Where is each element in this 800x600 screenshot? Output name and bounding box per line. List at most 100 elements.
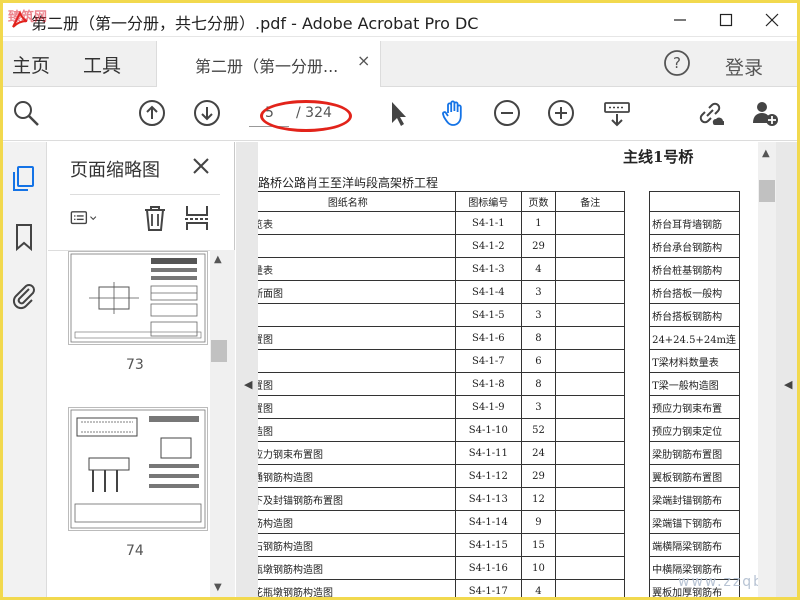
scroll-up-arrow-icon[interactable]: ▲ [762, 148, 770, 159]
page-count-cell: 24 [521, 441, 556, 465]
drawing-name-cell: 布置图 [258, 395, 456, 419]
drawing-name-cell: 翼板钢筋布置图 [649, 464, 740, 488]
document-tab-close-icon[interactable]: × [357, 51, 370, 70]
minimize-icon [674, 19, 686, 21]
page-thumbnails-icon[interactable] [9, 164, 39, 194]
panel-close-icon[interactable] [191, 156, 211, 176]
table-row: 布置图S4-1-88 T梁一般构造图 [258, 372, 740, 396]
share-link-button[interactable] [695, 98, 725, 128]
drawing-name-cell: 预应力钢束定位 [649, 418, 740, 442]
table-row: 垫石钢筋构造图S4-1-1515 端横隔梁钢筋布 [258, 533, 740, 557]
close-icon [765, 13, 779, 27]
thumbnails-panel: 页面缩略图 73 74 ▲ ▼ [48, 142, 235, 597]
thumbnail-scroll-thumb[interactable] [211, 340, 227, 362]
thumbnail-73-image [70, 253, 206, 343]
prev-page-button[interactable] [137, 98, 167, 128]
drawing-name-cell: 纵断面图 [258, 280, 456, 304]
table-gap [624, 280, 651, 304]
drawing-name-cell: 桥台桩基钢筋构 [649, 257, 740, 281]
note-cell [554, 418, 626, 442]
page-count-cell: 4 [521, 257, 556, 281]
keyboard-scroll-icon [604, 102, 630, 127]
table-row: 图S4-1-229 桥台承台钢筋构 [258, 234, 740, 258]
thumbnail-options-icon[interactable] [70, 203, 100, 233]
zoom-out-button[interactable] [492, 98, 522, 128]
note-cell [554, 303, 626, 327]
table-row: 布置图S4-1-68 24+24.5+24m连 [258, 326, 740, 350]
search-zoom-button[interactable] [11, 98, 41, 128]
table-gap [649, 191, 740, 212]
drawing-name-cell: 梁端锚下钢筋布 [649, 510, 740, 534]
scroll-down-arrow-icon[interactable]: ▼ [214, 582, 222, 593]
table-row: 钢筋构造图S4-1-149 梁端锚下钢筋布 [258, 510, 740, 534]
menu-tab-row: 主页 工具 第二册（第一分册... × ? 登录 [3, 41, 797, 87]
drawing-code-cell: S4-1-10 [454, 418, 523, 442]
panel-title: 页面缩略图 [70, 160, 160, 181]
thumbnail-page-74[interactable] [68, 407, 208, 531]
add-user-icon [753, 102, 778, 126]
thumbnail-74-image [70, 409, 206, 529]
document-scroll-thumb[interactable] [759, 180, 775, 202]
zoom-in-icon [548, 100, 574, 126]
add-user-button[interactable] [750, 98, 780, 128]
page-count-cell: 29 [521, 464, 556, 488]
drawing-name-cell: 图 [258, 303, 456, 327]
thumbnail-list: 73 74 [48, 250, 210, 597]
table-row: 图S4-1-76 T梁材料数量表 [258, 349, 740, 373]
thumbnail-page-73[interactable] [68, 251, 208, 345]
drawing-name-cell: 预应力钢束布置 [649, 395, 740, 419]
keyboard-scroll-button[interactable] [602, 98, 632, 128]
zoom-in-button[interactable] [546, 98, 576, 128]
drawing-name-cell: 花瓶墩钢筋构造图 [258, 556, 456, 580]
next-page-button[interactable] [192, 98, 222, 128]
drawing-name-cell: T梁材料数量表 [649, 349, 740, 373]
page-count-cell: 9 [521, 510, 556, 534]
table-row: 构造图S4-1-1052 预应力钢束定位 [258, 418, 740, 442]
table-gap [624, 234, 651, 258]
maximize-button[interactable] [703, 3, 749, 37]
note-cell [554, 257, 626, 281]
login-button[interactable]: 登录 [725, 53, 763, 80]
bookmark-icon[interactable] [9, 222, 39, 252]
delete-page-icon[interactable] [140, 203, 170, 233]
prev-page-icon [139, 100, 165, 126]
minimize-button[interactable] [657, 3, 703, 37]
drawing-code-cell: S4-1-11 [454, 441, 523, 465]
note-cell [554, 211, 626, 235]
drawing-code-cell: S4-1-9 [454, 395, 523, 419]
collapse-left-pane-icon[interactable]: ◀ [244, 378, 252, 391]
menu-home[interactable]: 主页 [12, 51, 50, 78]
select-cursor-button[interactable] [383, 98, 413, 128]
note-cell [554, 464, 626, 488]
drawing-name-cell: 布置图 [258, 372, 456, 396]
table-row: 预应力钢束布置图S4-1-1124 梁肋钢筋布置图 [258, 441, 740, 465]
acrobat-window: 第二册（第一分册，共七分册）.pdf - Adobe Acrobat Pro D… [3, 3, 797, 597]
drawing-name-cell: 构造图 [258, 418, 456, 442]
table-gap [624, 533, 651, 557]
page-count-cell: 52 [521, 418, 556, 442]
drawing-code-cell: S4-1-16 [454, 556, 523, 580]
attachment-icon[interactable] [9, 280, 39, 310]
hand-tool-icon [442, 100, 462, 126]
expand-right-pane-icon[interactable]: ◀ [784, 378, 792, 391]
drawing-index-table: 图纸名称 图标编号 页数 备注 一览表S4-1-11桥台耳背墙钢筋图S4-1-2… [258, 191, 740, 597]
drawing-name-cell: 锚下及封锚钢筋布置图 [258, 487, 456, 511]
note-cell [554, 326, 626, 350]
hand-tool-button[interactable] [438, 98, 468, 128]
scroll-up-arrow-icon[interactable]: ▲ [214, 254, 222, 265]
document-tab[interactable]: 第二册（第一分册... × [156, 41, 381, 87]
thumbnail-scrollbar[interactable]: ▲ ▼ [210, 250, 235, 597]
note-cell [554, 556, 626, 580]
page-count-cell: 6 [521, 349, 556, 373]
drawing-name-cell: 梁端封锚钢筋布 [649, 487, 740, 511]
menu-tools[interactable]: 工具 [83, 51, 121, 78]
document-scrollbar[interactable]: ▲ [758, 142, 776, 597]
page-count-cell: 8 [521, 326, 556, 350]
drawing-code-cell: S4-1-8 [454, 372, 523, 396]
close-button[interactable] [749, 3, 795, 37]
page-count-cell: 3 [521, 280, 556, 304]
note-cell [554, 510, 626, 534]
crop-pages-icon[interactable] [182, 203, 212, 233]
help-icon[interactable]: ? [663, 49, 691, 77]
thumbnail-page-number: 73 [126, 357, 144, 373]
